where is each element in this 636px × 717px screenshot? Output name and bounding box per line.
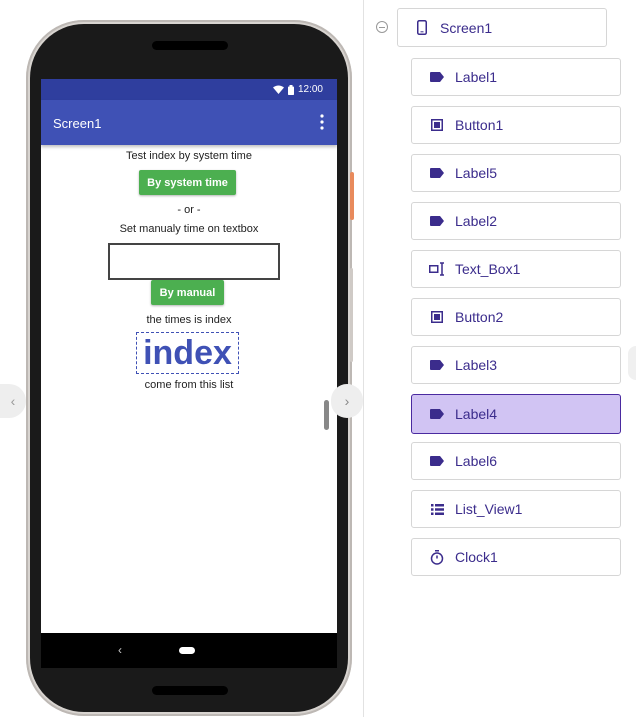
label3: the times is index bbox=[146, 314, 232, 326]
tree-item-label: Label6 bbox=[455, 453, 498, 469]
tree-item-label: Label5 bbox=[455, 165, 498, 181]
nav-home-icon[interactable] bbox=[179, 647, 195, 654]
tree-item-button1[interactable]: Button1 bbox=[411, 106, 621, 144]
phone-screen: 12:00 Screen1 Test index by system time … bbox=[41, 79, 337, 668]
clock-icon bbox=[429, 549, 445, 565]
tree-item-label2[interactable]: Label2 bbox=[411, 202, 621, 240]
battery-icon bbox=[287, 84, 294, 95]
by-system-time-button[interactable]: By system time bbox=[139, 170, 236, 195]
edge-pager[interactable] bbox=[628, 346, 636, 380]
panel-divider bbox=[363, 0, 364, 717]
wifi-icon bbox=[272, 85, 284, 94]
label-tag-icon bbox=[429, 165, 445, 181]
phone-speaker-bottom bbox=[152, 686, 228, 695]
nav-back-icon[interactable]: ‹ bbox=[118, 643, 122, 657]
overflow-menu-icon[interactable] bbox=[320, 114, 324, 130]
textbox-icon bbox=[429, 261, 445, 277]
phone-power-button bbox=[350, 172, 354, 220]
tree-item-label1[interactable]: Label1 bbox=[411, 58, 621, 96]
scrollbar-thumb[interactable] bbox=[324, 400, 329, 430]
text-box1[interactable] bbox=[108, 243, 280, 280]
label2: Set manualy time on textbox bbox=[119, 223, 259, 235]
tree-item-clock1[interactable]: Clock1 bbox=[411, 538, 621, 576]
next-arrow-icon[interactable]: › bbox=[331, 384, 363, 418]
button-icon bbox=[429, 309, 445, 325]
button-icon bbox=[429, 117, 445, 133]
phone-volume-button bbox=[350, 268, 353, 362]
tree-item-label: Screen1 bbox=[440, 19, 493, 36]
label4-index[interactable]: index bbox=[136, 332, 239, 374]
tree-item-label6[interactable]: Label6 bbox=[411, 442, 621, 480]
tree-item-label4[interactable]: Label4 bbox=[411, 394, 621, 434]
tree-item-list-view1[interactable]: List_View1 bbox=[411, 490, 621, 528]
status-time: 12:00 bbox=[297, 84, 323, 95]
tree-item-screen1[interactable]: Screen1 bbox=[397, 8, 607, 47]
tree-item-label: Text_Box1 bbox=[455, 261, 521, 277]
tree-item-text-box1[interactable]: Text_Box1 bbox=[411, 250, 621, 288]
tree-item-label: Label3 bbox=[455, 357, 498, 373]
label6: come from this list bbox=[144, 379, 234, 391]
list-icon bbox=[429, 501, 445, 517]
tree-item-label: Clock1 bbox=[455, 549, 498, 565]
label-tag-icon bbox=[429, 213, 445, 229]
label-tag-icon bbox=[429, 453, 445, 469]
tree-item-label: Label2 bbox=[455, 213, 498, 229]
previous-arrow-icon[interactable]: ‹ bbox=[0, 384, 26, 418]
label-tag-icon bbox=[429, 406, 445, 422]
status-bar: 12:00 bbox=[41, 79, 337, 100]
app-title: Screen1 bbox=[53, 116, 102, 131]
tree-item-label: List_View1 bbox=[455, 501, 523, 517]
tree-item-button2[interactable]: Button2 bbox=[411, 298, 621, 336]
nav-bar: ‹ bbox=[41, 633, 337, 668]
collapse-icon[interactable] bbox=[376, 21, 388, 33]
by-manual-button[interactable]: By manual bbox=[151, 280, 224, 305]
phone-icon bbox=[414, 20, 430, 36]
tree-item-label5[interactable]: Label5 bbox=[411, 154, 621, 192]
tree-item-label: Button2 bbox=[455, 309, 504, 325]
tree-item-label3[interactable]: Label3 bbox=[411, 346, 621, 384]
label5: - or - bbox=[177, 204, 201, 216]
tree-item-label: Button1 bbox=[455, 117, 504, 133]
tree-item-label: Label4 bbox=[455, 406, 498, 422]
label-tag-icon bbox=[429, 69, 445, 85]
label-tag-icon bbox=[429, 357, 445, 373]
label1: Test index by system time bbox=[126, 150, 252, 162]
phone-speaker-top bbox=[152, 41, 228, 50]
app-bar: Screen1 bbox=[41, 100, 337, 145]
tree-item-label: Label1 bbox=[455, 69, 498, 85]
